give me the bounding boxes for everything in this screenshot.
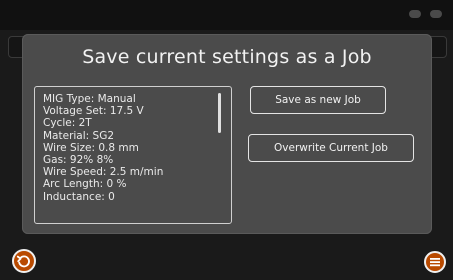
settings-line: Inductance: 0 bbox=[43, 190, 115, 203]
save-job-dialog: Save current settings as a Job MIG Type:… bbox=[22, 34, 432, 234]
settings-line: Voltage Set: 17.5 V bbox=[43, 105, 144, 118]
settings-line: Arc Length: 0 % bbox=[43, 178, 127, 191]
menu-lines-icon bbox=[430, 258, 440, 267]
settings-line: Gas: 92% 8% bbox=[43, 154, 114, 167]
dialog-title: Save current settings as a Job bbox=[82, 46, 372, 68]
overwrite-current-job-button[interactable]: Overwrite Current Job bbox=[248, 134, 414, 162]
undo-arrow-icon bbox=[16, 255, 30, 268]
top-status-bar bbox=[0, 0, 453, 30]
settings-line: Material: SG2 bbox=[43, 129, 115, 142]
save-as-new-job-button[interactable]: Save as new Job bbox=[250, 86, 386, 114]
settings-line: Wire Speed: 2.5 m/min bbox=[43, 166, 164, 179]
menu-button[interactable] bbox=[424, 251, 446, 273]
status-icon bbox=[409, 10, 421, 18]
settings-line: MIG Type: Manual bbox=[43, 93, 136, 105]
scrollbar-thumb[interactable] bbox=[218, 93, 221, 133]
settings-line: Cycle: 2T bbox=[43, 117, 92, 130]
settings-list: MIG Type: Manual Voltage Set: 17.5 V Cyc… bbox=[43, 93, 213, 203]
back-button[interactable] bbox=[12, 249, 36, 273]
settings-list-box[interactable]: MIG Type: Manual Voltage Set: 17.5 V Cyc… bbox=[34, 86, 232, 224]
status-icon bbox=[430, 10, 442, 18]
settings-line: Wire Size: 0.8 mm bbox=[43, 141, 139, 154]
